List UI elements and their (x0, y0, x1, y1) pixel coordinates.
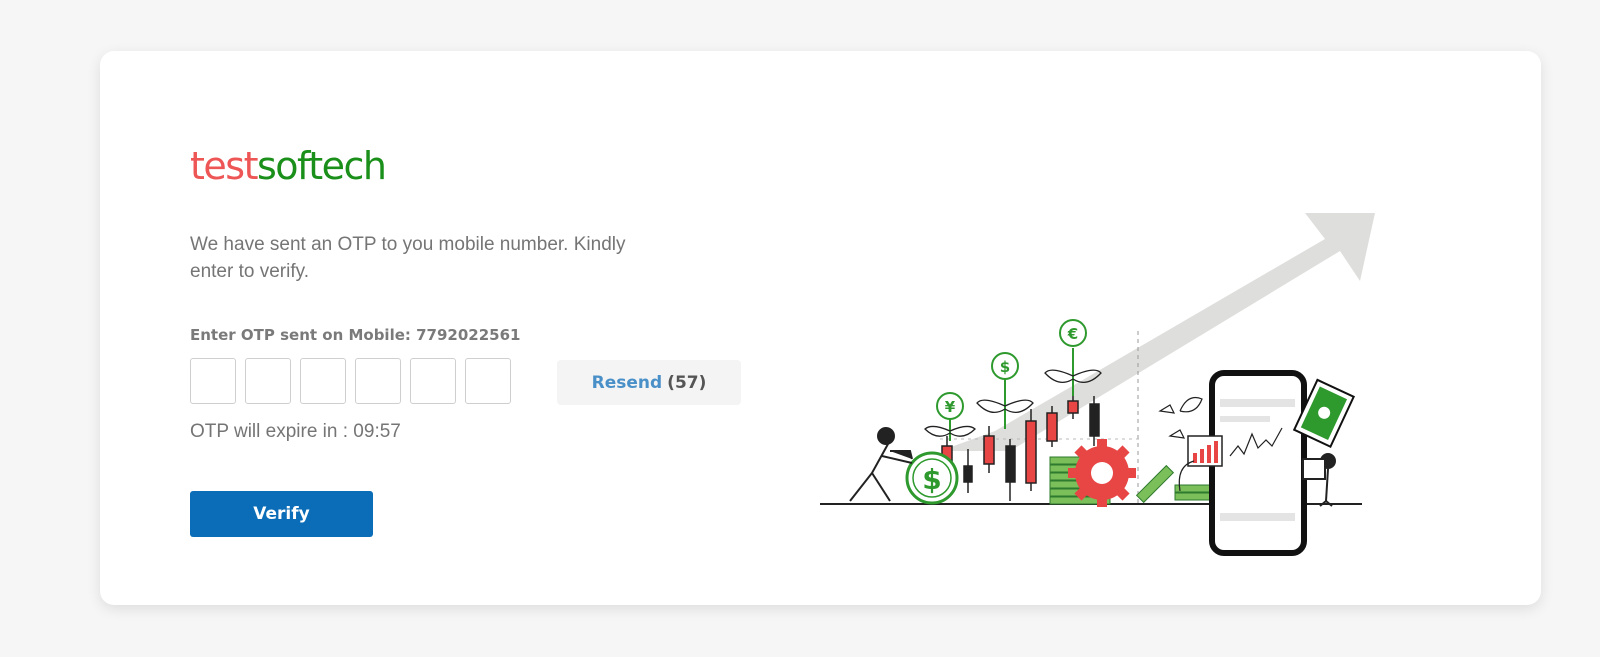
resend-label: Resend (591, 372, 663, 393)
svg-text:€: € (1067, 325, 1078, 343)
resend-countdown: (57) (667, 372, 707, 393)
otp-input-group (190, 358, 511, 404)
otp-card: testsoftech We have sent an OTP to you m… (100, 51, 1541, 605)
otp-digit-3[interactable] (300, 358, 346, 404)
otp-digit-1[interactable] (190, 358, 236, 404)
otp-digit-2[interactable] (245, 358, 291, 404)
verify-button[interactable]: Verify (190, 491, 373, 537)
resend-button[interactable]: Resend (57) (557, 360, 741, 405)
otp-digit-6[interactable] (465, 358, 511, 404)
otp-expiry-text: OTP will expire in : 09:57 (190, 421, 401, 442)
svg-text:¥: ¥ (945, 398, 956, 416)
finance-growth-illustration: ¥ $ € $ (820, 213, 1375, 556)
otp-label: Enter OTP sent on Mobile: 7792022561 (190, 326, 521, 344)
logo: testsoftech (190, 144, 387, 188)
svg-text:$: $ (922, 463, 941, 496)
intro-text: We have sent an OTP to you mobile number… (190, 234, 626, 282)
otp-digit-4[interactable] (355, 358, 401, 404)
otp-digit-5[interactable] (410, 358, 456, 404)
svg-text:$: $ (1000, 358, 1010, 376)
